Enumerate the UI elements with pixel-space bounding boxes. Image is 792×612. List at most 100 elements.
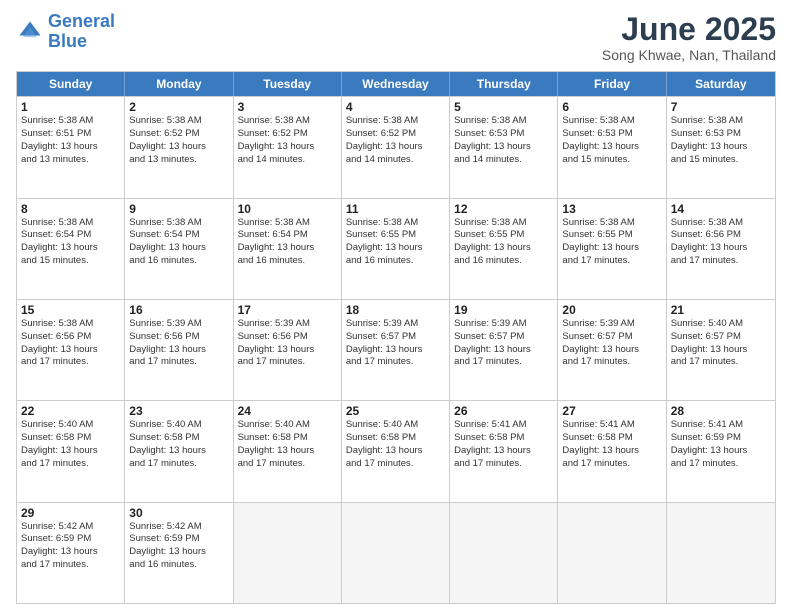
cell-line: and 16 minutes. [346, 255, 445, 268]
day-number: 25 [346, 404, 445, 418]
cell-line: Sunrise: 5:40 AM [21, 419, 120, 432]
location: Song Khwae, Nan, Thailand [602, 47, 776, 63]
cell-line: and 17 minutes. [238, 458, 337, 471]
day-number: 13 [562, 202, 661, 216]
calendar-header-cell: Monday [125, 72, 233, 96]
cell-line: Daylight: 13 hours [129, 344, 228, 357]
calendar-cell: 5Sunrise: 5:38 AMSunset: 6:53 PMDaylight… [450, 97, 558, 197]
calendar-cell: 9Sunrise: 5:38 AMSunset: 6:54 PMDaylight… [125, 199, 233, 299]
cell-line: and 17 minutes. [346, 356, 445, 369]
day-number: 2 [129, 100, 228, 114]
cell-line: Sunrise: 5:41 AM [562, 419, 661, 432]
cell-line: Daylight: 13 hours [671, 141, 771, 154]
cell-line: Daylight: 13 hours [454, 141, 553, 154]
day-number: 30 [129, 506, 228, 520]
cell-line: Sunrise: 5:41 AM [454, 419, 553, 432]
cell-line: Sunrise: 5:39 AM [562, 318, 661, 331]
day-number: 12 [454, 202, 553, 216]
cell-line: Sunrise: 5:42 AM [21, 521, 120, 534]
calendar-cell [342, 503, 450, 603]
day-number: 3 [238, 100, 337, 114]
calendar-week: 29Sunrise: 5:42 AMSunset: 6:59 PMDayligh… [17, 502, 775, 603]
day-number: 26 [454, 404, 553, 418]
day-number: 1 [21, 100, 120, 114]
calendar-cell: 7Sunrise: 5:38 AMSunset: 6:53 PMDaylight… [667, 97, 775, 197]
cell-line: Sunrise: 5:38 AM [129, 115, 228, 128]
logo-icon [16, 18, 44, 46]
cell-line: Sunset: 6:59 PM [129, 533, 228, 546]
calendar-cell: 26Sunrise: 5:41 AMSunset: 6:58 PMDayligh… [450, 401, 558, 501]
page: General Blue June 2025 Song Khwae, Nan, … [0, 0, 792, 612]
cell-line: Sunset: 6:54 PM [238, 229, 337, 242]
cell-line: and 13 minutes. [21, 154, 120, 167]
cell-line: Daylight: 13 hours [562, 242, 661, 255]
cell-line: and 17 minutes. [562, 255, 661, 268]
calendar-header-cell: Saturday [667, 72, 775, 96]
calendar-cell: 17Sunrise: 5:39 AMSunset: 6:56 PMDayligh… [234, 300, 342, 400]
day-number: 23 [129, 404, 228, 418]
cell-line: Daylight: 13 hours [21, 141, 120, 154]
cell-line: and 17 minutes. [454, 356, 553, 369]
calendar-cell: 22Sunrise: 5:40 AMSunset: 6:58 PMDayligh… [17, 401, 125, 501]
calendar-header-cell: Friday [558, 72, 666, 96]
cell-line: Daylight: 13 hours [671, 242, 771, 255]
cell-line: Daylight: 13 hours [129, 445, 228, 458]
day-number: 4 [346, 100, 445, 114]
calendar-cell [558, 503, 666, 603]
cell-line: Sunset: 6:51 PM [21, 128, 120, 141]
day-number: 14 [671, 202, 771, 216]
cell-line: Sunset: 6:55 PM [562, 229, 661, 242]
cell-line: Daylight: 13 hours [21, 445, 120, 458]
cell-line: and 17 minutes. [671, 458, 771, 471]
cell-line: Sunset: 6:57 PM [562, 331, 661, 344]
cell-line: Sunset: 6:57 PM [454, 331, 553, 344]
cell-line: and 17 minutes. [129, 356, 228, 369]
cell-line: Sunrise: 5:38 AM [562, 115, 661, 128]
cell-line: Sunrise: 5:38 AM [21, 115, 120, 128]
cell-line: Sunrise: 5:38 AM [346, 115, 445, 128]
day-number: 24 [238, 404, 337, 418]
cell-line: and 14 minutes. [454, 154, 553, 167]
calendar-cell: 8Sunrise: 5:38 AMSunset: 6:54 PMDaylight… [17, 199, 125, 299]
day-number: 7 [671, 100, 771, 114]
logo-line1: General [48, 11, 115, 31]
calendar-cell: 12Sunrise: 5:38 AMSunset: 6:55 PMDayligh… [450, 199, 558, 299]
calendar-cell: 13Sunrise: 5:38 AMSunset: 6:55 PMDayligh… [558, 199, 666, 299]
cell-line: Daylight: 13 hours [454, 445, 553, 458]
cell-line: and 13 minutes. [129, 154, 228, 167]
calendar-cell: 20Sunrise: 5:39 AMSunset: 6:57 PMDayligh… [558, 300, 666, 400]
cell-line: Sunrise: 5:38 AM [346, 217, 445, 230]
calendar-header-cell: Wednesday [342, 72, 450, 96]
cell-line: Sunset: 6:55 PM [346, 229, 445, 242]
cell-line: and 17 minutes. [671, 255, 771, 268]
cell-line: and 14 minutes. [346, 154, 445, 167]
calendar-cell [234, 503, 342, 603]
day-number: 28 [671, 404, 771, 418]
calendar-body: 1Sunrise: 5:38 AMSunset: 6:51 PMDaylight… [17, 96, 775, 603]
calendar-header-cell: Thursday [450, 72, 558, 96]
cell-line: and 17 minutes. [129, 458, 228, 471]
calendar-header-cell: Sunday [17, 72, 125, 96]
day-number: 21 [671, 303, 771, 317]
cell-line: and 15 minutes. [21, 255, 120, 268]
header: General Blue June 2025 Song Khwae, Nan, … [16, 12, 776, 63]
logo-text: General Blue [48, 12, 115, 52]
cell-line: Daylight: 13 hours [346, 445, 445, 458]
day-number: 18 [346, 303, 445, 317]
calendar-week: 15Sunrise: 5:38 AMSunset: 6:56 PMDayligh… [17, 299, 775, 400]
cell-line: and 17 minutes. [454, 458, 553, 471]
cell-line: Daylight: 13 hours [346, 242, 445, 255]
cell-line: and 16 minutes. [129, 255, 228, 268]
day-number: 22 [21, 404, 120, 418]
cell-line: Sunset: 6:52 PM [129, 128, 228, 141]
logo: General Blue [16, 12, 115, 52]
cell-line: Sunset: 6:58 PM [21, 432, 120, 445]
calendar-cell: 2Sunrise: 5:38 AMSunset: 6:52 PMDaylight… [125, 97, 233, 197]
day-number: 29 [21, 506, 120, 520]
cell-line: Sunset: 6:59 PM [671, 432, 771, 445]
cell-line: Sunrise: 5:38 AM [562, 217, 661, 230]
cell-line: Sunset: 6:58 PM [129, 432, 228, 445]
cell-line: Sunrise: 5:38 AM [454, 217, 553, 230]
cell-line: Daylight: 13 hours [238, 344, 337, 357]
cell-line: Sunrise: 5:40 AM [346, 419, 445, 432]
